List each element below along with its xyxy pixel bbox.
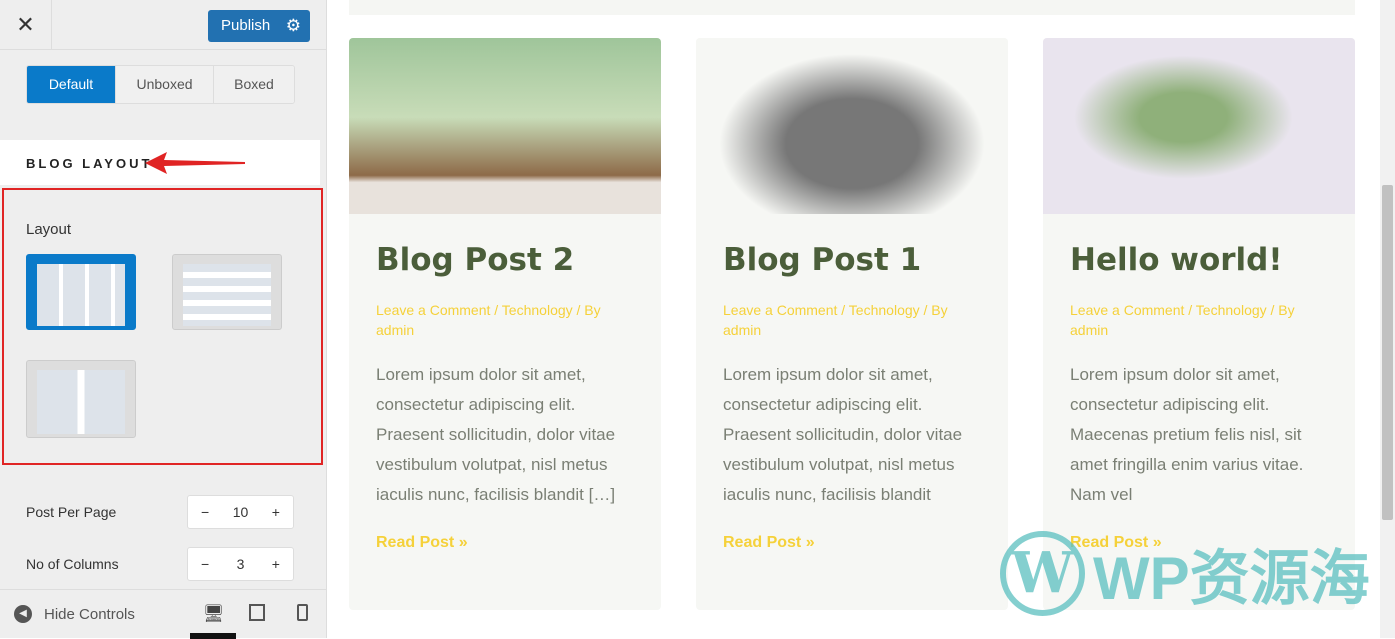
desktop-icon[interactable]: 🖥 [203, 604, 225, 624]
option-unboxed[interactable]: Unboxed [115, 66, 213, 103]
watermark-logo: W WP资源海 [1000, 530, 1370, 617]
post-excerpt: Lorem ipsum dolor sit amet, consectetur … [376, 365, 616, 504]
layout-cover-option[interactable] [26, 360, 136, 438]
post-image[interactable] [1043, 38, 1355, 214]
post-per-page-stepper[interactable]: − 10 + [187, 495, 294, 529]
stepper-value[interactable]: 3 [237, 556, 245, 572]
decrement-button[interactable]: − [201, 504, 209, 520]
decrement-button[interactable]: − [201, 556, 209, 572]
post-image[interactable] [696, 38, 1008, 214]
mobile-icon[interactable] [297, 604, 308, 621]
post-excerpt: Lorem ipsum dolor sit amet, consectetur … [723, 365, 963, 504]
publish-button[interactable]: Publish ⚙ [208, 10, 310, 42]
option-boxed[interactable]: Boxed [213, 66, 294, 103]
option-default[interactable]: Default [27, 66, 115, 103]
red-arrow-annotation [145, 152, 245, 174]
top-bar: ✕ Publish ⚙ [0, 0, 326, 50]
customizer-sidebar: ✕ Publish ⚙ Default Unboxed Boxed BLOG LA… [0, 0, 327, 639]
wordpress-icon: W [1000, 531, 1085, 616]
scrollbar[interactable] [1380, 0, 1395, 638]
post-image[interactable] [349, 38, 661, 214]
post-excerpt: Lorem ipsum dolor sit amet, consectetur … [1070, 365, 1304, 504]
layout-list-option[interactable] [172, 254, 282, 330]
post-title[interactable]: Hello world! [1070, 242, 1355, 278]
hide-controls-button[interactable]: ◀ Hide Controls [14, 605, 135, 623]
post-meta[interactable]: Leave a Comment / Technology / By admin [723, 300, 973, 340]
read-more-link[interactable]: Read Post » [723, 534, 1008, 552]
collapse-icon: ◀ [14, 605, 32, 623]
post-title[interactable]: Blog Post 1 [723, 242, 1008, 278]
post-meta[interactable]: Leave a Comment / Technology / By admin [1070, 300, 1320, 340]
layout-grid-option[interactable] [26, 254, 136, 330]
footer-bar: ◀ Hide Controls 🖥 [0, 589, 326, 639]
post-per-page-label: Post Per Page [26, 504, 117, 520]
read-more-link[interactable]: Read Post » [376, 534, 661, 552]
publish-label: Publish [221, 17, 271, 34]
increment-button[interactable]: + [272, 556, 280, 572]
columns-label: No of Columns [26, 556, 119, 572]
container-toggle: Default Unboxed Boxed [26, 65, 295, 104]
hide-controls-label: Hide Controls [44, 605, 135, 623]
close-icon[interactable]: ✕ [0, 0, 52, 49]
gear-icon[interactable]: ⚙ [286, 10, 301, 42]
layout-label: Layout [26, 221, 72, 238]
active-device-indicator [190, 633, 236, 639]
post-card: Hello world! Leave a Comment / Technolog… [1043, 38, 1355, 610]
post-card: Blog Post 1 Leave a Comment / Technology… [696, 38, 1008, 610]
post-title[interactable]: Blog Post 2 [376, 242, 661, 278]
stepper-value[interactable]: 10 [233, 504, 249, 520]
header-strip [349, 0, 1355, 15]
watermark-text: WP资源海 [1093, 545, 1370, 612]
tablet-icon[interactable] [249, 604, 265, 621]
columns-stepper[interactable]: − 3 + [187, 547, 294, 581]
post-card: Blog Post 2 Leave a Comment / Technology… [349, 38, 661, 610]
post-meta[interactable]: Leave a Comment / Technology / By admin [376, 300, 626, 340]
increment-button[interactable]: + [272, 504, 280, 520]
scrollbar-thumb[interactable] [1382, 185, 1393, 520]
